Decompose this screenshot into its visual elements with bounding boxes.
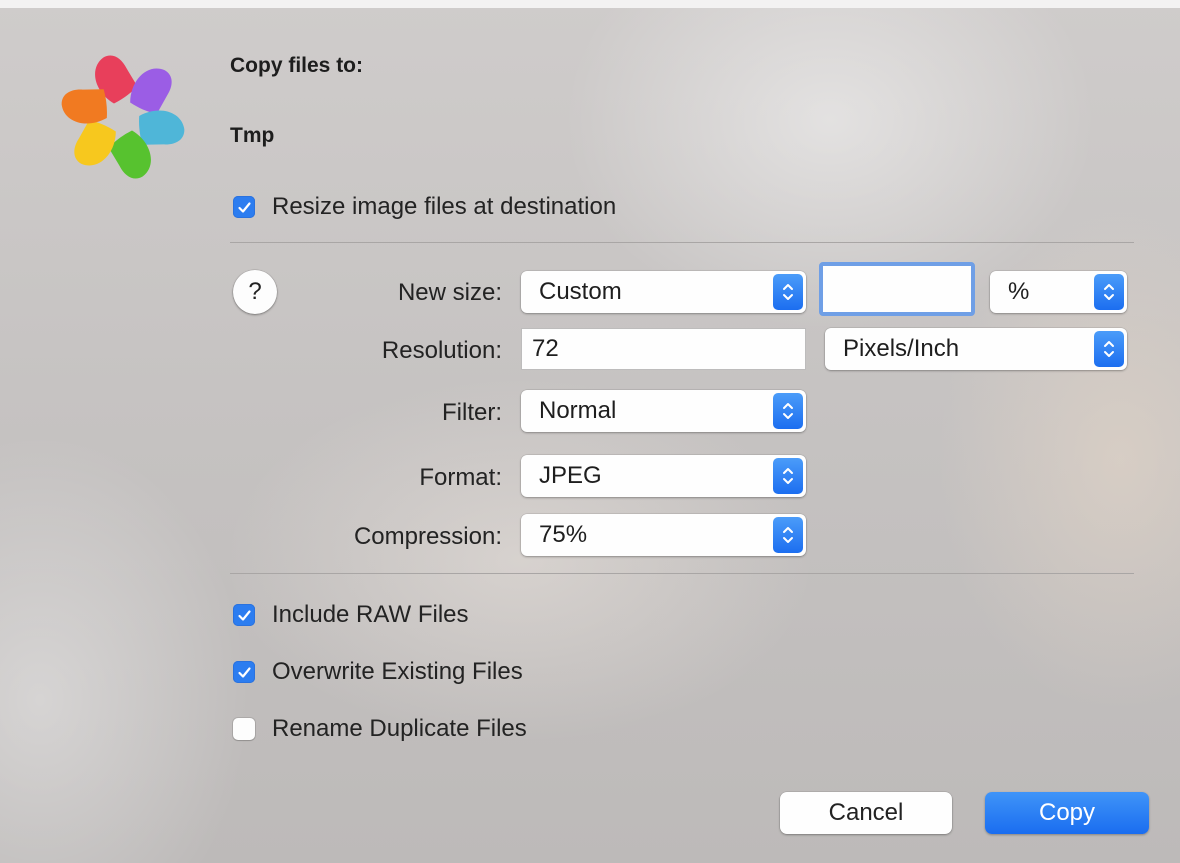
separator-bottom bbox=[230, 573, 1134, 574]
updown-chevron-icon bbox=[1104, 284, 1114, 300]
filter-stepper bbox=[773, 393, 803, 429]
new-size-unit-stepper bbox=[1094, 274, 1124, 310]
copy-files-dialog: Copy files to: Tmp Resize image files at… bbox=[0, 0, 1180, 863]
filter-popup[interactable]: Normal bbox=[521, 390, 806, 432]
compression-label: Compression: bbox=[353, 523, 502, 550]
checkmark-icon bbox=[237, 666, 251, 678]
new-size-label: New size: bbox=[397, 279, 502, 306]
new-size-stepper bbox=[773, 274, 803, 310]
resolution-unit-popup[interactable]: Pixels/Inch bbox=[825, 328, 1127, 370]
overwrite-existing-checkbox[interactable]: Overwrite Existing Files bbox=[233, 658, 523, 686]
resolution-unit-value: Pixels/Inch bbox=[843, 335, 960, 362]
format-stepper bbox=[773, 458, 803, 494]
resolution-label: Resolution: bbox=[381, 337, 502, 364]
compression-value: 75% bbox=[539, 521, 588, 548]
rename-duplicate-checkbox[interactable]: Rename Duplicate Files bbox=[233, 715, 527, 743]
new-size-value-field[interactable] bbox=[819, 262, 975, 316]
copy-button[interactable]: Copy bbox=[985, 792, 1149, 834]
cancel-button[interactable]: Cancel bbox=[780, 792, 952, 834]
filter-label: Filter: bbox=[442, 399, 502, 426]
include-raw-checkbox-box[interactable] bbox=[233, 604, 255, 626]
app-logo bbox=[61, 55, 185, 179]
resize-checkbox[interactable]: Resize image files at destination bbox=[233, 193, 616, 221]
overwrite-existing-checkbox-box[interactable] bbox=[233, 661, 255, 683]
compression-stepper bbox=[773, 517, 803, 553]
updown-chevron-icon bbox=[783, 468, 793, 484]
dialog-top-edge bbox=[0, 0, 1180, 8]
checkmark-icon bbox=[237, 609, 251, 621]
new-size-unit-value: % bbox=[1008, 278, 1030, 305]
resize-checkbox-box[interactable] bbox=[233, 196, 255, 218]
new-size-unit-popup[interactable]: % bbox=[990, 271, 1127, 313]
format-popup[interactable]: JPEG bbox=[521, 455, 806, 497]
separator-top bbox=[230, 242, 1134, 243]
rename-duplicate-label: Rename Duplicate Files bbox=[272, 715, 527, 742]
compression-popup[interactable]: 75% bbox=[521, 514, 806, 556]
new-size-value: Custom bbox=[539, 278, 622, 305]
help-button[interactable]: ? bbox=[233, 270, 277, 314]
new-size-popup[interactable]: Custom bbox=[521, 271, 806, 313]
checkmark-icon bbox=[237, 201, 251, 213]
format-value: JPEG bbox=[539, 462, 602, 489]
dialog-title: Copy files to: bbox=[230, 54, 364, 77]
resolution-field[interactable]: 72 bbox=[521, 328, 806, 370]
overwrite-existing-label: Overwrite Existing Files bbox=[272, 658, 523, 685]
include-raw-label: Include RAW Files bbox=[272, 601, 469, 628]
rename-duplicate-checkbox-box[interactable] bbox=[233, 718, 255, 740]
destination-name: Tmp bbox=[230, 124, 275, 147]
help-icon: ? bbox=[248, 278, 262, 305]
updown-chevron-icon bbox=[783, 284, 793, 300]
updown-chevron-icon bbox=[1104, 341, 1114, 357]
include-raw-checkbox[interactable]: Include RAW Files bbox=[233, 601, 469, 629]
resolution-unit-stepper bbox=[1094, 331, 1124, 367]
filter-value: Normal bbox=[539, 397, 617, 424]
updown-chevron-icon bbox=[783, 403, 793, 419]
updown-chevron-icon bbox=[783, 527, 793, 543]
format-label: Format: bbox=[419, 464, 502, 491]
resize-checkbox-label: Resize image files at destination bbox=[272, 193, 617, 220]
